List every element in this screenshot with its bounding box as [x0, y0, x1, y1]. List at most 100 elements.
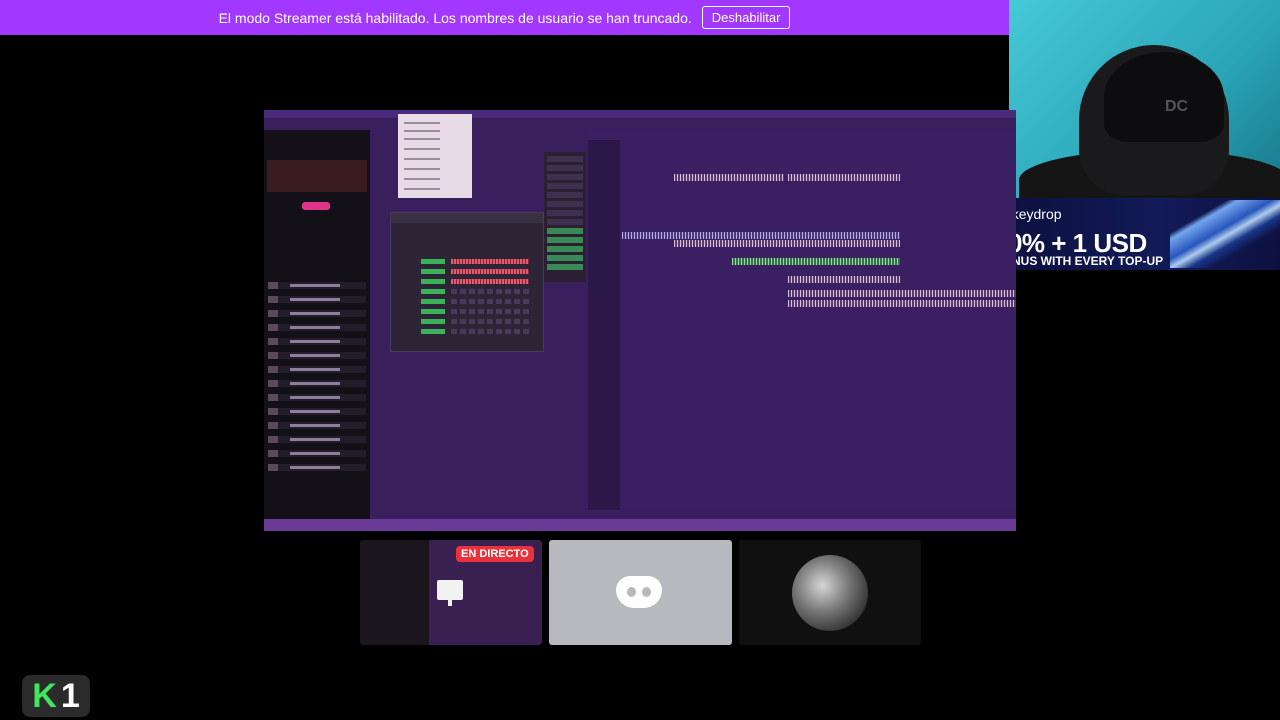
mixer-track[interactable]	[547, 156, 583, 162]
channel-button[interactable]	[421, 269, 445, 274]
list-item[interactable]	[268, 394, 366, 401]
discord-icon	[616, 576, 662, 608]
audio-clip[interactable]	[622, 232, 900, 239]
menu-item[interactable]	[404, 148, 440, 150]
list-item-thumb	[268, 422, 278, 429]
menu-item[interactable]	[404, 158, 440, 160]
list-item-thumb	[268, 310, 278, 317]
list-item-thumb	[268, 464, 278, 471]
menu-item[interactable]	[404, 130, 440, 132]
menu-item[interactable]	[404, 188, 440, 190]
list-item[interactable]	[268, 422, 366, 429]
list-item-text	[290, 466, 340, 469]
mixer-track-list	[544, 152, 586, 282]
list-item-thumb	[268, 436, 278, 443]
audio-clip[interactable]	[788, 290, 1016, 297]
channel-pattern[interactable]	[451, 279, 529, 284]
audio-clip[interactable]	[732, 258, 900, 265]
daw-titlebar	[264, 110, 1016, 118]
mixer-track[interactable]	[547, 165, 583, 171]
list-item-thumb	[268, 408, 278, 415]
list-item-text	[290, 312, 340, 315]
live-badge: EN DIRECTO	[456, 546, 534, 562]
ad-rifle-image	[1170, 200, 1280, 268]
list-item-text	[290, 382, 340, 385]
list-item-thumb	[268, 394, 278, 401]
channel-pattern[interactable]	[451, 309, 529, 314]
participant-tile-user[interactable]	[739, 540, 921, 645]
keydrop-ad-banner[interactable]: ✺keydrop 20% + 1 USD BONUS WITH EVERY TO…	[978, 198, 1280, 270]
channel-button[interactable]	[421, 329, 445, 334]
channel-pattern[interactable]	[451, 259, 529, 264]
menu-item[interactable]	[404, 122, 440, 124]
audio-clip[interactable]	[788, 276, 900, 283]
list-item[interactable]	[268, 366, 366, 373]
list-item[interactable]	[268, 464, 366, 471]
audio-clip[interactable]	[788, 174, 900, 181]
os-taskbar	[264, 519, 1016, 531]
mixer-track[interactable]	[547, 228, 583, 234]
mixer-track[interactable]	[547, 246, 583, 252]
channel-pattern[interactable]	[451, 289, 529, 294]
list-item[interactable]	[268, 310, 366, 317]
channel-pattern[interactable]	[451, 269, 529, 274]
mixer-track[interactable]	[547, 192, 583, 198]
list-item[interactable]	[268, 380, 366, 387]
list-item-text	[290, 326, 340, 329]
channel-rack-header	[391, 213, 543, 223]
menu-item[interactable]	[404, 138, 440, 140]
list-item-thumb	[268, 352, 278, 359]
audio-clip[interactable]	[788, 300, 1016, 307]
channel-button[interactable]	[421, 299, 445, 304]
avatar	[792, 555, 868, 631]
list-item[interactable]	[268, 282, 366, 289]
daw-dropdown-menu[interactable]	[398, 114, 472, 198]
channel-rack	[390, 212, 544, 352]
list-item-text	[290, 438, 340, 441]
list-item[interactable]	[268, 450, 366, 457]
list-item-text	[290, 298, 340, 301]
list-item-text	[290, 354, 340, 357]
browser-promo-button[interactable]	[302, 202, 330, 210]
list-item[interactable]	[268, 296, 366, 303]
channel-pattern[interactable]	[451, 329, 529, 334]
mixer-track[interactable]	[547, 201, 583, 207]
list-item-thumb	[268, 324, 278, 331]
audio-clip[interactable]	[674, 240, 900, 247]
menu-item[interactable]	[404, 178, 440, 180]
mixer-track[interactable]	[547, 264, 583, 270]
channel-button[interactable]	[421, 279, 445, 284]
list-item[interactable]	[268, 324, 366, 331]
channel-button[interactable]	[421, 309, 445, 314]
playlist-track-headers	[588, 140, 620, 510]
list-item[interactable]	[268, 352, 366, 359]
mixer-track[interactable]	[547, 183, 583, 189]
audio-clip[interactable]	[674, 174, 784, 181]
logo-number: 1	[60, 676, 80, 715]
list-item[interactable]	[268, 408, 366, 415]
list-item-text	[290, 424, 340, 427]
mixer-track[interactable]	[547, 174, 583, 180]
channel-button[interactable]	[421, 259, 445, 264]
mixer-track[interactable]	[547, 219, 583, 225]
daw-browser-panel	[264, 130, 370, 519]
list-item-thumb	[268, 338, 278, 345]
list-item-thumb	[268, 296, 278, 303]
mixer-track[interactable]	[547, 210, 583, 216]
channel-button[interactable]	[421, 289, 445, 294]
channel-button[interactable]	[421, 319, 445, 324]
participant-tile-discord[interactable]	[549, 540, 732, 645]
menu-item[interactable]	[404, 168, 440, 170]
list-item[interactable]	[268, 338, 366, 345]
playlist-arrangement	[588, 130, 1016, 510]
mixer-track[interactable]	[547, 255, 583, 261]
disable-streamer-mode-button[interactable]: Deshabilitar	[701, 6, 791, 29]
channel-pattern[interactable]	[451, 319, 529, 324]
list-item-thumb	[268, 450, 278, 457]
list-item[interactable]	[268, 436, 366, 443]
logo-letter: K	[32, 676, 57, 715]
webcam-person-cap	[1104, 52, 1224, 142]
channel-pattern[interactable]	[451, 299, 529, 304]
mixer-track[interactable]	[547, 237, 583, 243]
ad-subline: BONUS WITH EVERY TOP-UP	[994, 254, 1164, 268]
